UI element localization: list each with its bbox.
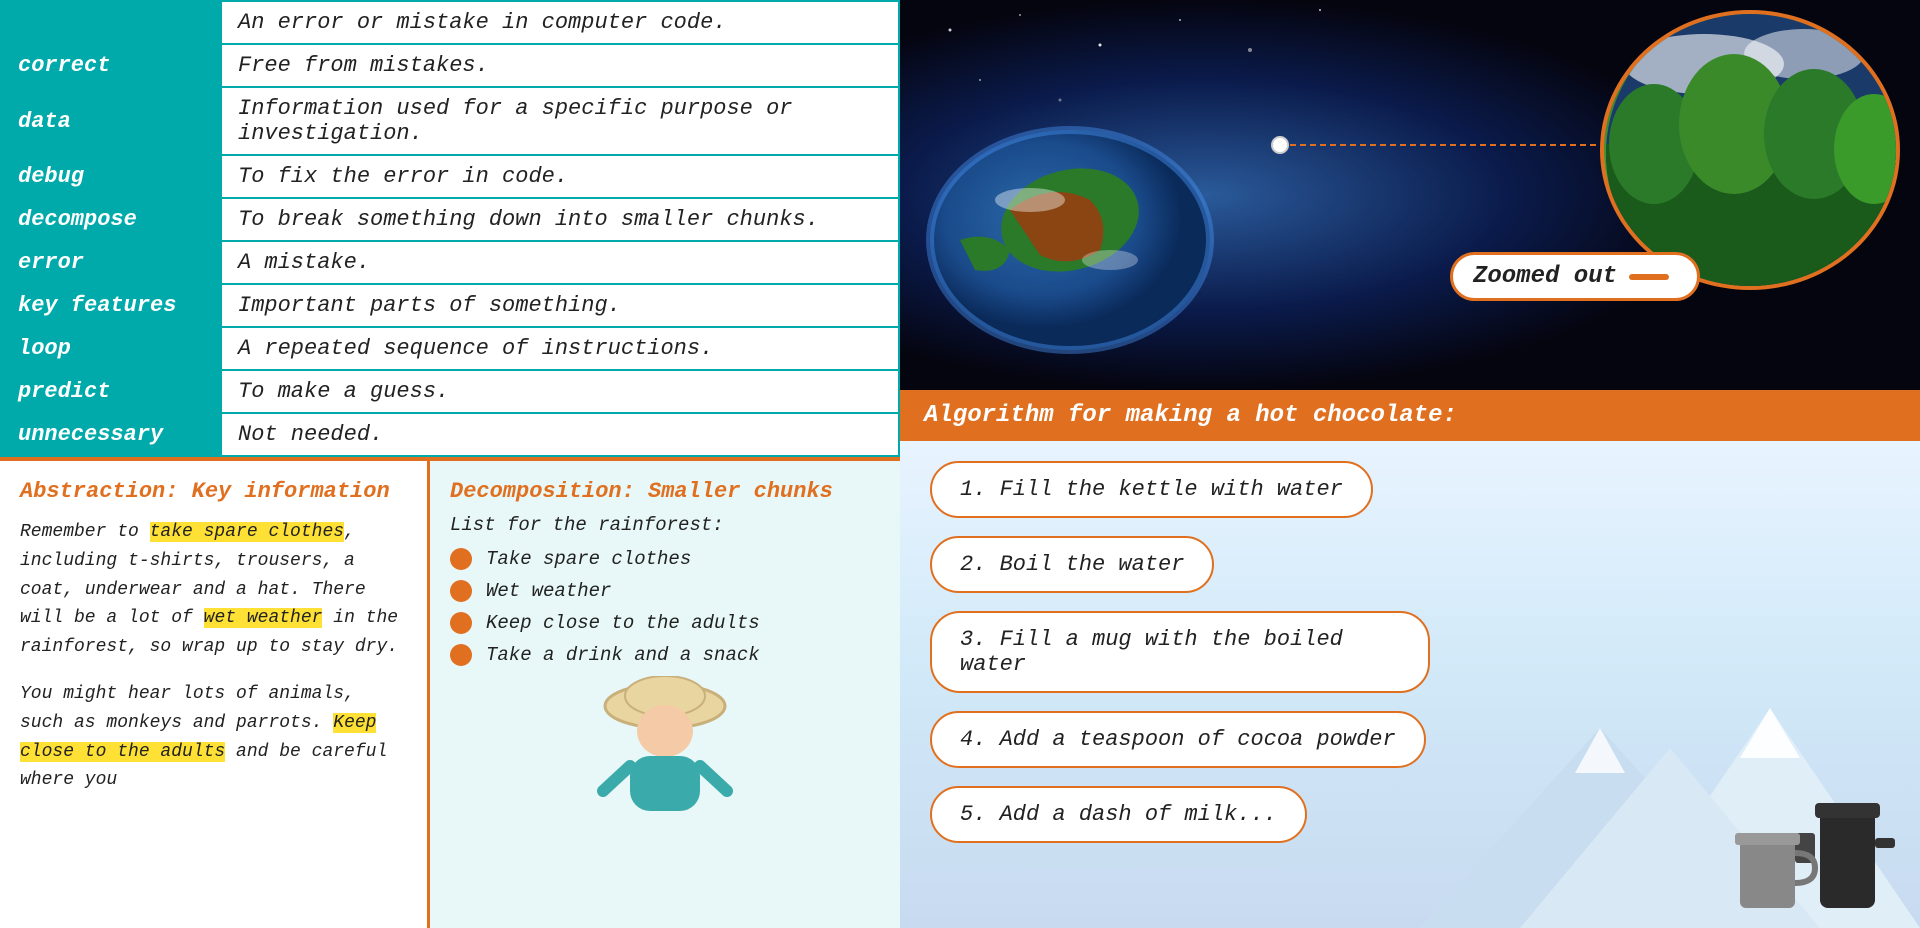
table-row: debug To fix the error in code. <box>1 155 899 198</box>
bullet-icon <box>450 548 472 570</box>
bottom-split: Abstraction: Key information Remember to… <box>0 457 900 928</box>
highlight-adults: Keep close to the adults <box>20 713 376 762</box>
definition-cell: Not needed. <box>221 413 899 456</box>
abstraction-panel: Abstraction: Key information Remember to… <box>0 461 430 928</box>
table-row: error A mistake. <box>1 241 899 284</box>
zoomed-view-icon <box>1604 14 1900 290</box>
abstraction-text: Remember to take spare clothes, includin… <box>20 518 407 795</box>
bullet-icon <box>450 612 472 634</box>
term-cell: predict <box>1 370 221 413</box>
earth-globe-icon <box>910 80 1230 360</box>
algo-step-5: 5. Add a dash of milk... <box>930 786 1307 843</box>
list-item-text: Take a drink and a snack <box>486 644 760 666</box>
list-item-text: Take spare clothes <box>486 548 691 570</box>
table-row: loop A repeated sequence of instructions… <box>1 327 899 370</box>
right-panel: Zoomed out Algorithm for making a hot ch… <box>900 0 1920 928</box>
table-row: correct Free from mistakes. <box>1 44 899 87</box>
algo-step-1: 1. Fill the kettle with water <box>930 461 1373 518</box>
table-row: decompose To break something down into s… <box>1 198 899 241</box>
term-cell: unnecessary <box>1 413 221 456</box>
definition-cell: Important parts of something. <box>221 284 899 327</box>
algorithm-title: Algorithm for making a hot chocolate: <box>924 402 1457 429</box>
zoom-line-indicator-icon <box>1629 274 1669 280</box>
list-item: Take a drink and a snack <box>450 644 880 666</box>
zoomed-out-text: Zoomed out <box>1473 263 1617 290</box>
term-cell: data <box>1 87 221 155</box>
term-cell: key features <box>1 284 221 327</box>
definition-cell: Free from mistakes. <box>221 44 899 87</box>
definition-cell: Information used for a specific purpose … <box>221 87 899 155</box>
definition-cell: A mistake. <box>221 241 899 284</box>
vocab-table: An error or mistake in computer code. co… <box>0 0 900 457</box>
term-cell <box>1 1 221 44</box>
algo-step-2: 2. Boil the water <box>930 536 1214 593</box>
bullet-icon <box>450 644 472 666</box>
term-cell: correct <box>1 44 221 87</box>
list-item: Wet weather <box>450 580 880 602</box>
abstraction-title: Abstraction: Key information <box>20 479 407 504</box>
definition-cell: To fix the error in code. <box>221 155 899 198</box>
algo-step-3: 3. Fill a mug with the boiled water <box>930 611 1430 693</box>
table-row: predict To make a guess. <box>1 370 899 413</box>
definition-cell: A repeated sequence of instructions. <box>221 327 899 370</box>
zoomed-out-label: Zoomed out <box>1450 252 1700 301</box>
table-row: An error or mistake in computer code. <box>1 1 899 44</box>
decomp-list: Take spare clothes Wet weather Keep clos… <box>450 548 880 666</box>
decomp-image <box>450 676 880 816</box>
list-item: Keep close to the adults <box>450 612 880 634</box>
algorithm-steps: 1. Fill the kettle with water 2. Boil th… <box>900 441 1920 863</box>
table-row: unnecessary Not needed. <box>1 413 899 456</box>
list-item-text: Wet weather <box>486 580 611 602</box>
definition-cell: To break something down into smaller chu… <box>221 198 899 241</box>
algo-step-4: 4. Add a teaspoon of cocoa powder <box>930 711 1426 768</box>
decomp-panel: Decomposition: Smaller chunks List for t… <box>430 461 900 928</box>
algorithm-title-bar: Algorithm for making a hot chocolate: <box>900 390 1920 441</box>
definition-cell: To make a guess. <box>221 370 899 413</box>
highlight-weather: wet weather <box>204 608 323 628</box>
zoom-circle <box>1600 10 1900 290</box>
highlight-clothes: take spare clothes <box>150 522 344 542</box>
bullet-icon <box>450 580 472 602</box>
term-cell: error <box>1 241 221 284</box>
list-item: Take spare clothes <box>450 548 880 570</box>
algorithm-section: 1. Fill the kettle with water 2. Boil th… <box>900 441 1920 928</box>
decomp-subtitle: List for the rainforest: <box>450 514 880 536</box>
left-panel: An error or mistake in computer code. co… <box>0 0 900 928</box>
term-cell: decompose <box>1 198 221 241</box>
term-cell: debug <box>1 155 221 198</box>
earth-section: Zoomed out <box>900 0 1920 390</box>
list-item-text: Keep close to the adults <box>486 612 760 634</box>
table-row: key features Important parts of somethin… <box>1 284 899 327</box>
term-cell: loop <box>1 327 221 370</box>
definition-cell: An error or mistake in computer code. <box>221 1 899 44</box>
table-row: data Information used for a specific pur… <box>1 87 899 155</box>
decomp-title: Decomposition: Smaller chunks <box>450 479 880 504</box>
rainforest-figure-icon <box>585 676 745 816</box>
